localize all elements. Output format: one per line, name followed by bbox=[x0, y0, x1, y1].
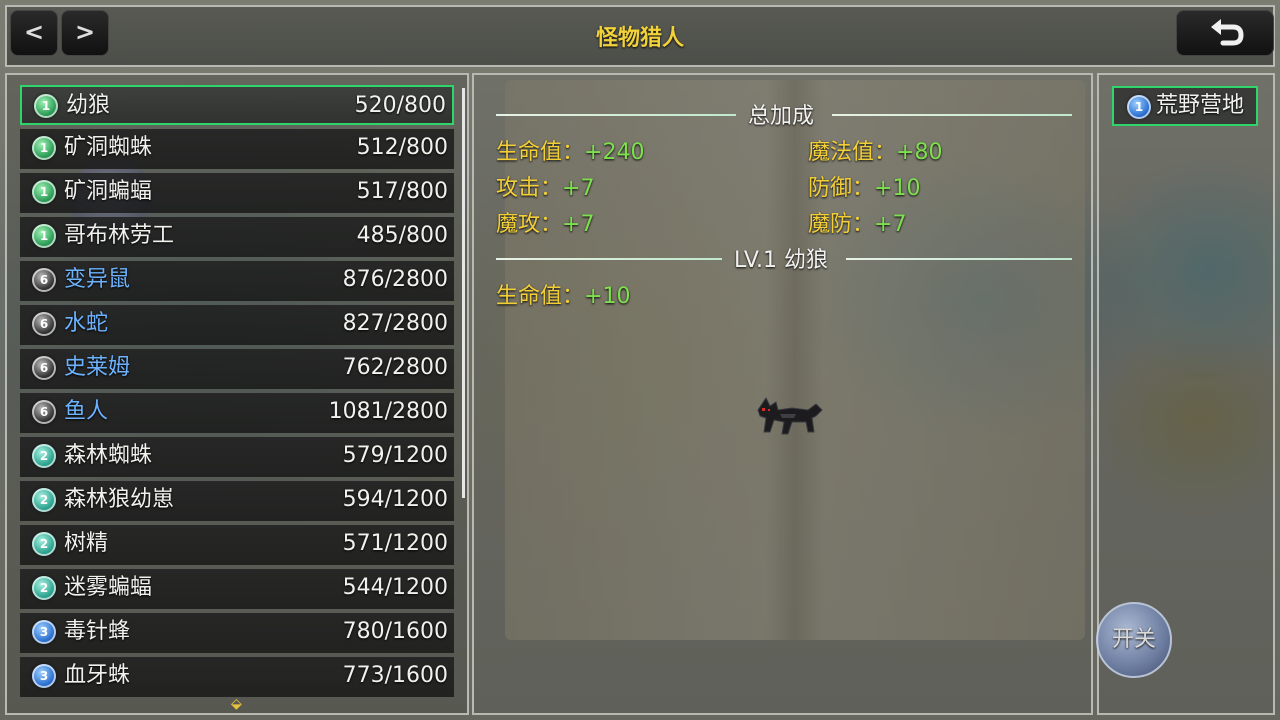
level-bonus-title: LV.1 幼狼 bbox=[734, 248, 829, 273]
kill-progress: 594/1200 bbox=[342, 487, 448, 512]
level-badge-icon: 2 bbox=[32, 576, 56, 600]
level-badge-icon: 6 bbox=[32, 268, 56, 292]
level-stat-hp: 生命值：+10 bbox=[496, 278, 630, 310]
stat-mp: 魔法值：+80 bbox=[808, 134, 942, 166]
monster-row[interactable]: 1 矿洞蜘蛛 512/800 bbox=[20, 129, 454, 169]
stat-attack: 攻击：+7 bbox=[496, 170, 594, 202]
level-badge-icon: 1 bbox=[32, 224, 56, 248]
top-bar bbox=[5, 5, 1275, 67]
scroll-down-icon[interactable]: ⬙ bbox=[231, 697, 242, 711]
level-badge-icon: 2 bbox=[32, 488, 56, 512]
monster-name: 毒针蜂 bbox=[64, 619, 131, 644]
monster-name: 血牙蛛 bbox=[64, 663, 131, 688]
stat-value: +10 bbox=[584, 284, 631, 309]
monster-row[interactable]: 3 血牙蛛 773/1600 bbox=[20, 657, 454, 697]
kill-progress: 520/800 bbox=[354, 93, 446, 118]
monster-row[interactable]: 6 水蛇 827/2800 bbox=[20, 305, 454, 345]
level-badge-icon: 6 bbox=[32, 356, 56, 380]
toggle-button[interactable]: 开关 bbox=[1096, 602, 1172, 678]
monster-name: 迷雾蝙蝠 bbox=[64, 575, 153, 600]
kill-progress: 512/800 bbox=[356, 135, 448, 160]
level-badge-icon: 1 bbox=[32, 136, 56, 160]
back-button[interactable] bbox=[1176, 10, 1274, 56]
monster-row[interactable]: 3 毒针蜂 780/1600 bbox=[20, 613, 454, 653]
stat-label: 魔防： bbox=[808, 212, 875, 237]
stat-value: +240 bbox=[584, 140, 645, 165]
kill-progress: 773/1600 bbox=[342, 663, 448, 688]
kill-progress: 485/800 bbox=[356, 223, 448, 248]
kill-progress: 1081/2800 bbox=[328, 399, 448, 424]
kill-progress: 579/1200 bbox=[342, 443, 448, 468]
stat-hp: 生命值：+240 bbox=[496, 134, 644, 166]
monster-name: 森林蜘蛛 bbox=[64, 443, 153, 468]
kill-progress: 780/1600 bbox=[342, 619, 448, 644]
divider-line bbox=[832, 114, 1072, 116]
monster-row[interactable]: 6 变异鼠 876/2800 bbox=[20, 261, 454, 301]
monster-row[interactable]: 2 森林蜘蛛 579/1200 bbox=[20, 437, 454, 477]
monster-name: 哥布林劳工 bbox=[64, 223, 175, 248]
level-badge-icon: 3 bbox=[32, 664, 56, 688]
total-bonus-title: 总加成 bbox=[748, 104, 815, 129]
stat-label: 魔法值： bbox=[808, 140, 897, 165]
level-badge-icon: 1 bbox=[34, 94, 58, 118]
kill-progress: 762/2800 bbox=[342, 355, 448, 380]
region-label: 荒野营地 bbox=[1156, 93, 1245, 118]
level-badge-icon: 6 bbox=[32, 400, 56, 424]
stat-value: +7 bbox=[562, 212, 595, 237]
stat-defense: 防御：+10 bbox=[808, 170, 920, 202]
monster-row[interactable]: 6 史莱姆 762/2800 bbox=[20, 349, 454, 389]
divider-line bbox=[846, 258, 1072, 260]
monster-name: 树精 bbox=[64, 531, 109, 556]
kill-progress: 571/1200 bbox=[342, 531, 448, 556]
stat-label: 生命值： bbox=[496, 140, 585, 165]
stat-value: +10 bbox=[874, 176, 921, 201]
kill-progress: 544/1200 bbox=[342, 575, 448, 600]
monster-row[interactable]: 2 树精 571/1200 bbox=[20, 525, 454, 565]
level-badge-icon: 2 bbox=[32, 444, 56, 468]
stat-value: +80 bbox=[896, 140, 943, 165]
return-arrow-icon bbox=[1211, 19, 1244, 46]
stat-value: +7 bbox=[562, 176, 595, 201]
monster-name: 幼狼 bbox=[66, 93, 111, 118]
monster-row[interactable]: 6 鱼人 1081/2800 bbox=[20, 393, 454, 433]
kill-progress: 517/800 bbox=[356, 179, 448, 204]
divider-line bbox=[496, 258, 722, 260]
monster-name: 矿洞蝙蝠 bbox=[64, 179, 153, 204]
monster-row[interactable]: 2 森林狼幼崽 594/1200 bbox=[20, 481, 454, 521]
kill-progress: 827/2800 bbox=[342, 311, 448, 336]
level-1-badge-icon: 1 bbox=[1127, 95, 1151, 119]
monster-row[interactable]: 1 哥布林劳工 485/800 bbox=[20, 217, 454, 257]
stat-label: 生命值： bbox=[496, 284, 585, 309]
monster-name: 水蛇 bbox=[64, 311, 109, 336]
monster-name: 鱼人 bbox=[64, 399, 109, 424]
next-button[interactable]: > bbox=[61, 10, 109, 56]
wolf-cub-sprite bbox=[757, 397, 823, 435]
list-scrollbar[interactable] bbox=[462, 88, 465, 498]
monster-row[interactable]: 1 幼狼 520/800 bbox=[20, 85, 454, 125]
level-badge-icon: 6 bbox=[32, 312, 56, 336]
prev-button[interactable]: < bbox=[10, 10, 58, 56]
monster-name: 史莱姆 bbox=[64, 355, 131, 380]
region-selector[interactable]: 1 荒野营地 bbox=[1112, 86, 1258, 126]
stat-value: +7 bbox=[874, 212, 907, 237]
kill-progress: 876/2800 bbox=[342, 267, 448, 292]
stat-label: 防御： bbox=[808, 176, 875, 201]
monster-row[interactable]: 2 迷雾蝙蝠 544/1200 bbox=[20, 569, 454, 609]
stat-magic-defense: 魔防：+7 bbox=[808, 206, 906, 238]
monster-name: 森林狼幼崽 bbox=[64, 487, 175, 512]
monster-name: 变异鼠 bbox=[64, 267, 131, 292]
monster-name: 矿洞蜘蛛 bbox=[64, 135, 153, 160]
divider-line bbox=[496, 114, 736, 116]
stat-label: 魔攻： bbox=[496, 212, 563, 237]
level-badge-icon: 2 bbox=[32, 532, 56, 556]
monster-row[interactable]: 1 矿洞蝙蝠 517/800 bbox=[20, 173, 454, 213]
stat-magic-attack: 魔攻：+7 bbox=[496, 206, 594, 238]
level-badge-icon: 3 bbox=[32, 620, 56, 644]
stat-label: 攻击： bbox=[496, 176, 563, 201]
level-badge-icon: 1 bbox=[32, 180, 56, 204]
